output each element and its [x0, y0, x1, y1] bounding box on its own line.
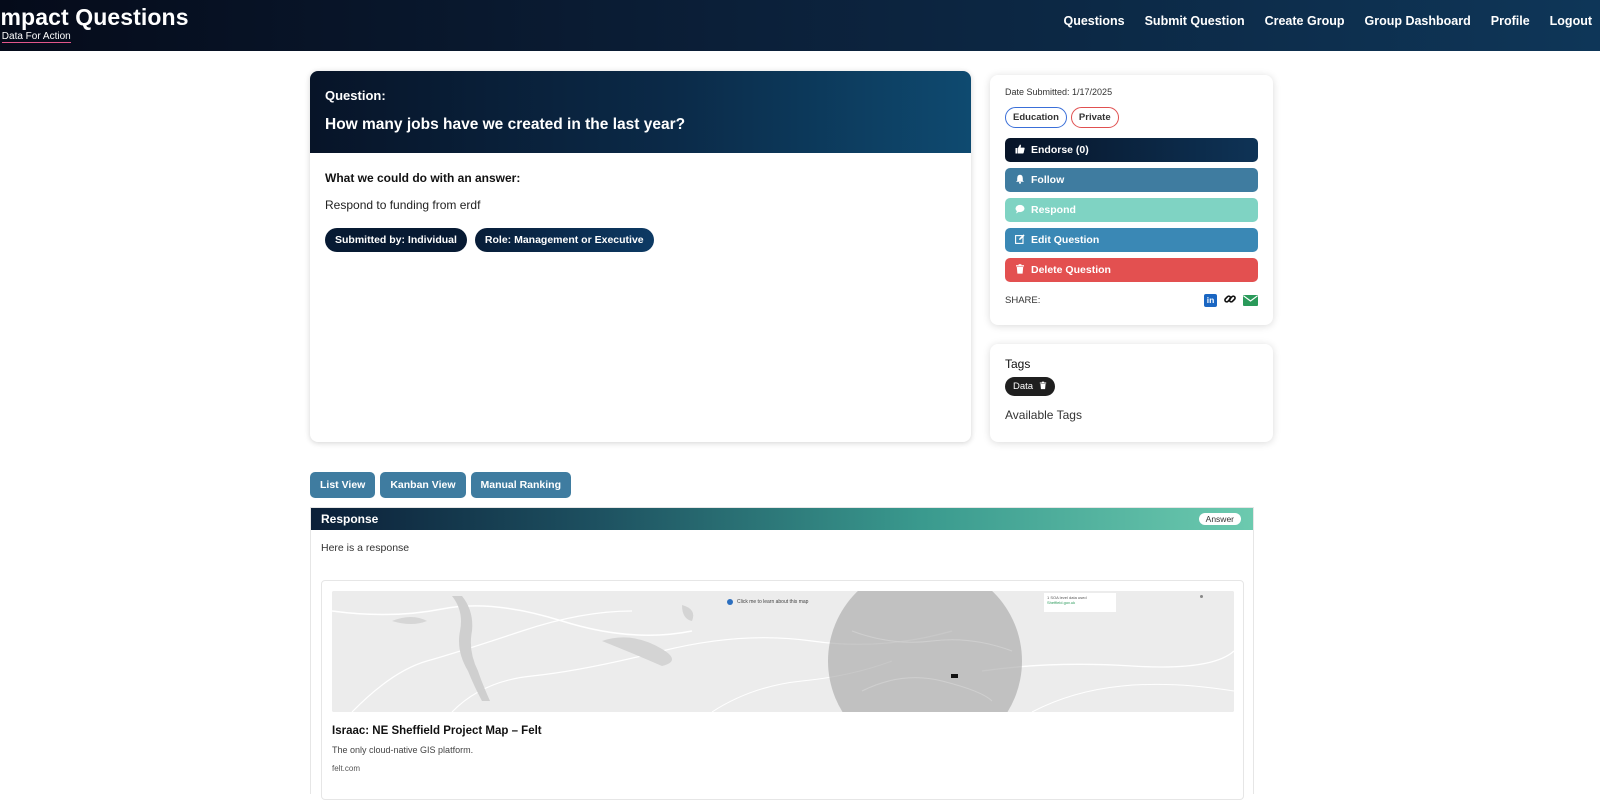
map-legend-link[interactable]: Sheffield.gov.uk [1047, 600, 1113, 605]
trash-icon [1015, 263, 1029, 277]
app-subtitle-link[interactable]: Data For Action [1, 31, 71, 43]
response-text: Here is a response [321, 542, 410, 554]
answer-badge: Answer [1198, 513, 1241, 525]
category-chips: Education Private [1005, 107, 1258, 128]
question-card: Question: How many jobs have we created … [310, 71, 971, 442]
kanban-view-button[interactable]: Kanban View [380, 472, 466, 498]
delete-question-button[interactable]: Delete Question [1005, 258, 1258, 282]
info-icon [727, 599, 733, 605]
nav-submit-question[interactable]: Submit Question [1145, 14, 1245, 28]
email-icon[interactable] [1243, 295, 1258, 306]
share-icons: in [1198, 292, 1258, 309]
endorse-button[interactable]: Endorse (0) [1005, 138, 1258, 162]
role-badge: Role: Management or Executive [474, 228, 654, 252]
tags-card: Tags Data Available Tags [990, 344, 1273, 442]
map-legend: 1 SOA level data used Sheffield.gov.uk [1044, 593, 1116, 612]
nav-create-group[interactable]: Create Group [1265, 14, 1345, 28]
comment-icon [1015, 204, 1029, 217]
respond-label: Respond [1031, 204, 1076, 216]
delete-question-label: Delete Question [1031, 264, 1111, 276]
nav-profile[interactable]: Profile [1491, 14, 1530, 28]
manual-ranking-button[interactable]: Manual Ranking [470, 472, 572, 498]
edit-icon [1015, 233, 1029, 247]
question-label: Question: [325, 88, 386, 103]
app-subtitle: y Data For Action [0, 31, 189, 43]
tag-label: Data [1013, 381, 1034, 392]
response-header: Response Answer [311, 508, 1253, 530]
available-tags-label: Available Tags [1005, 408, 1082, 422]
map-info-tooltip[interactable]: Click me to learn about this map [727, 599, 808, 605]
share-label: SHARE: [1005, 295, 1041, 306]
map-info-text: Click me to learn about this map [737, 599, 809, 605]
endorse-label: Endorse (0) [1031, 144, 1089, 156]
nav-logout[interactable]: Logout [1550, 14, 1592, 28]
list-view-button[interactable]: List View [310, 472, 376, 498]
share-row: SHARE: in [1005, 292, 1258, 309]
link-preview-card[interactable]: Click me to learn about this map 1 SOA l… [321, 580, 1244, 800]
question-body: What we could do with an answer: Respond… [310, 153, 971, 270]
question-text: How many jobs have we created in the las… [325, 116, 686, 133]
chip-private: Private [1070, 107, 1119, 128]
follow-label: Follow [1031, 174, 1065, 186]
response-title: Response [321, 512, 379, 526]
nav-group-dashboard[interactable]: Group Dashboard [1364, 14, 1470, 28]
response-panel: Response Answer Here is a response Click… [310, 507, 1254, 800]
remove-tag-icon[interactable] [1039, 381, 1047, 392]
question-meta: Submitted by: Individual Role: Managemen… [325, 228, 956, 252]
question-actions-card: Date Submitted: 1/17/2025 Education Priv… [990, 75, 1273, 325]
answer-use-text: Respond to funding from erdf [325, 198, 481, 212]
date-submitted: Date Submitted: 1/17/2025 [1005, 87, 1113, 97]
nav-links: Questions Submit Question Create Group G… [1063, 14, 1600, 28]
linkedin-icon[interactable]: in [1204, 294, 1217, 307]
follow-button[interactable]: Follow [1005, 168, 1258, 192]
app-title: Impact Questions [0, 4, 189, 30]
nav-questions[interactable]: Questions [1063, 14, 1124, 28]
map-thumbnail[interactable]: Click me to learn about this map 1 SOA l… [332, 591, 1234, 712]
link-preview-source: felt.com [332, 764, 361, 773]
respond-button[interactable]: Respond [1005, 198, 1258, 222]
edit-question-button[interactable]: Edit Question [1005, 228, 1258, 252]
question-header: Question: How many jobs have we created … [310, 71, 971, 153]
view-switcher: List View Kanban View Manual Ranking [310, 472, 576, 498]
chip-education: Education [1005, 107, 1067, 128]
map-corner-dot [1200, 595, 1203, 598]
brand[interactable]: Impact Questions y Data For Action [0, 3, 189, 43]
edit-question-label: Edit Question [1031, 234, 1100, 246]
submitted-by-badge: Submitted by: Individual [325, 228, 467, 252]
top-navbar: Impact Questions y Data For Action Quest… [0, 0, 1600, 51]
link-preview-title[interactable]: Israac: NE Sheffield Project Map – Felt [332, 725, 1233, 737]
link-preview-description: The only cloud-native GIS platform. [332, 745, 474, 755]
tag-data: Data [1005, 377, 1056, 396]
link-icon[interactable] [1223, 292, 1237, 309]
tags-label: Tags [1005, 357, 1031, 371]
thumbs-up-icon [1015, 144, 1029, 157]
answer-use-label: What we could do with an answer: [325, 171, 521, 185]
bell-icon [1015, 174, 1029, 187]
